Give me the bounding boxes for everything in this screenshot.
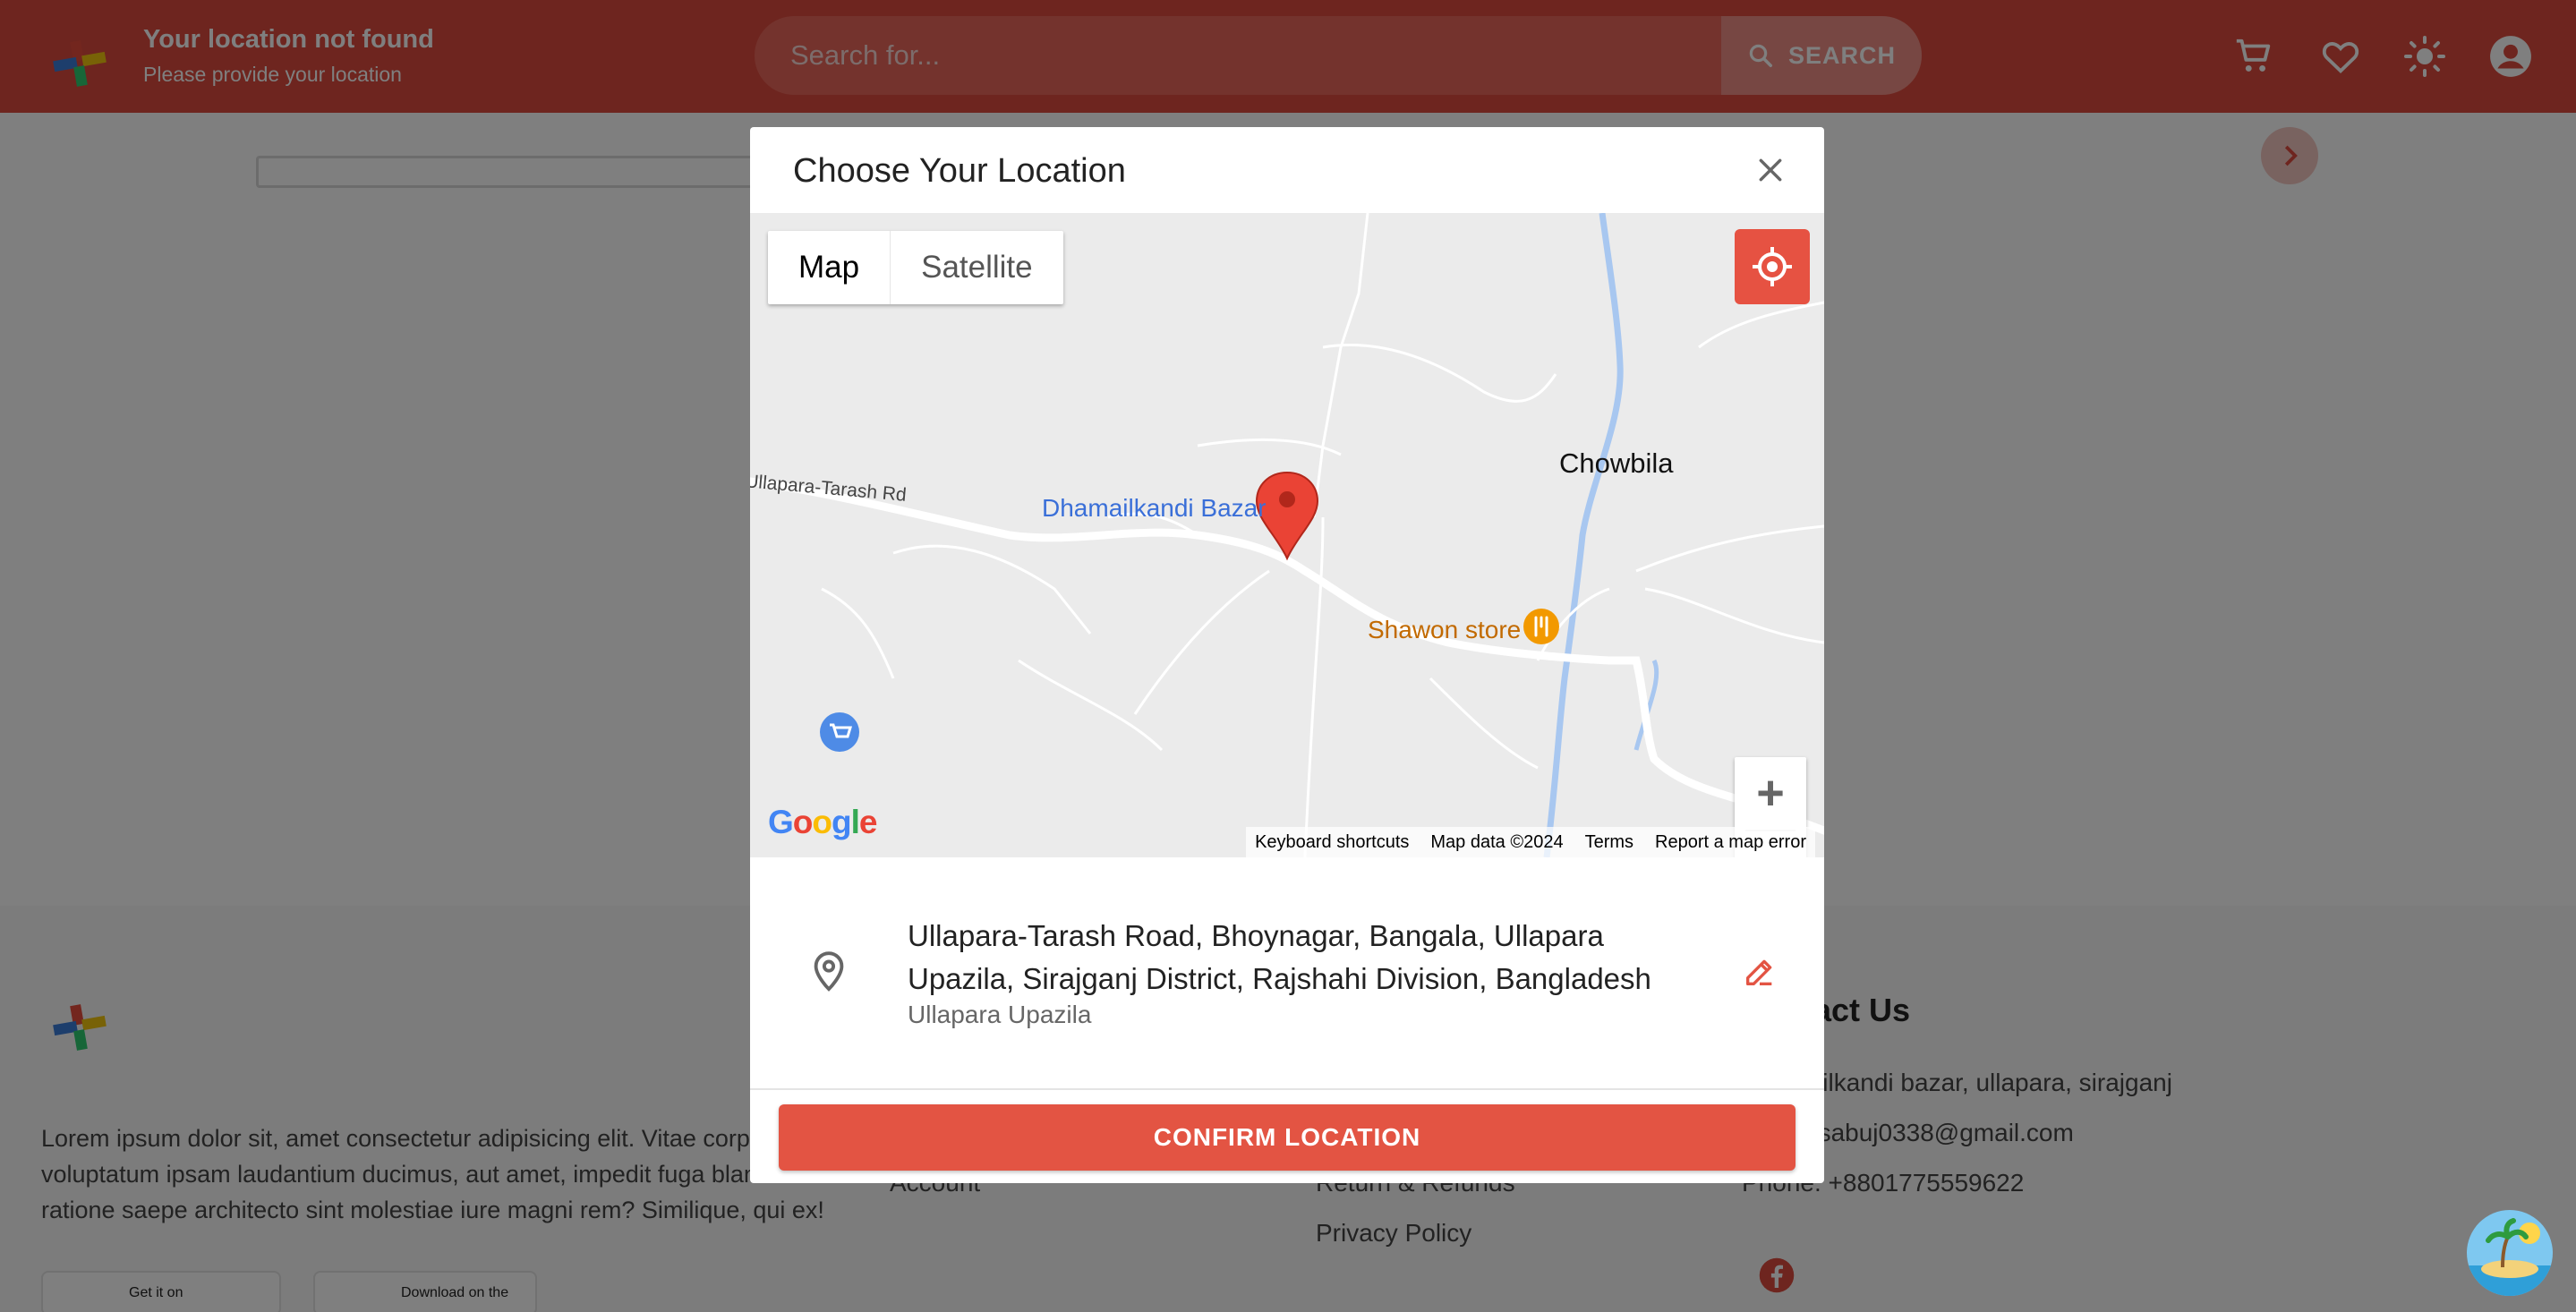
keyboard-shortcuts-link[interactable]: Keyboard shortcuts xyxy=(1255,832,1409,853)
report-map-error-link[interactable]: Report a map error xyxy=(1655,832,1806,853)
terms-link[interactable]: Terms xyxy=(1585,832,1633,853)
crosshair-icon xyxy=(1753,247,1792,286)
edit-icon[interactable] xyxy=(1742,954,1778,990)
map-attribution: Keyboard shortcuts Map data ©2024 Terms … xyxy=(1246,827,1815,857)
dialog-title: Choose Your Location xyxy=(793,152,1126,190)
chat-widget-button[interactable] xyxy=(2467,1210,2553,1296)
map-view[interactable]: Map Satellite Ullapara-Tarash Rd Dhamail… xyxy=(750,213,1824,857)
address-area: Ullapara Upazila xyxy=(908,1001,1092,1028)
location-pin-icon xyxy=(814,951,844,992)
island-icon xyxy=(2467,1210,2553,1296)
location-dialog: Choose Your Location Map Satellite Ullap… xyxy=(750,127,1824,1183)
map-type-toggle: Map Satellite xyxy=(768,231,1063,304)
close-icon xyxy=(1759,158,1782,182)
confirm-location-button[interactable]: CONFIRM LOCATION xyxy=(779,1104,1796,1171)
google-logo[interactable]: Google xyxy=(768,804,877,841)
map-roads xyxy=(750,213,1824,857)
map-type-satellite[interactable]: Satellite xyxy=(891,231,1063,304)
zoom-in-button[interactable]: + xyxy=(1735,757,1806,829)
map-type-map[interactable]: Map xyxy=(768,231,891,304)
close-button[interactable] xyxy=(1753,152,1788,188)
dialog-divider xyxy=(750,1088,1824,1090)
map-data-text: Map data ©2024 xyxy=(1430,831,1564,852)
address-full: Ullapara-Tarash Road, Bhoynagar, Bangala… xyxy=(908,919,1651,995)
locate-me-button[interactable] xyxy=(1735,229,1810,304)
map-label-village: Chowbila xyxy=(1559,447,1674,479)
address-block: Ullapara-Tarash Road, Bhoynagar, Bangala… xyxy=(750,857,1824,1090)
map-label-bazar[interactable]: Dhamailkandi Bazar xyxy=(1042,494,1267,523)
map-label-store[interactable]: Shawon store xyxy=(1368,616,1521,644)
